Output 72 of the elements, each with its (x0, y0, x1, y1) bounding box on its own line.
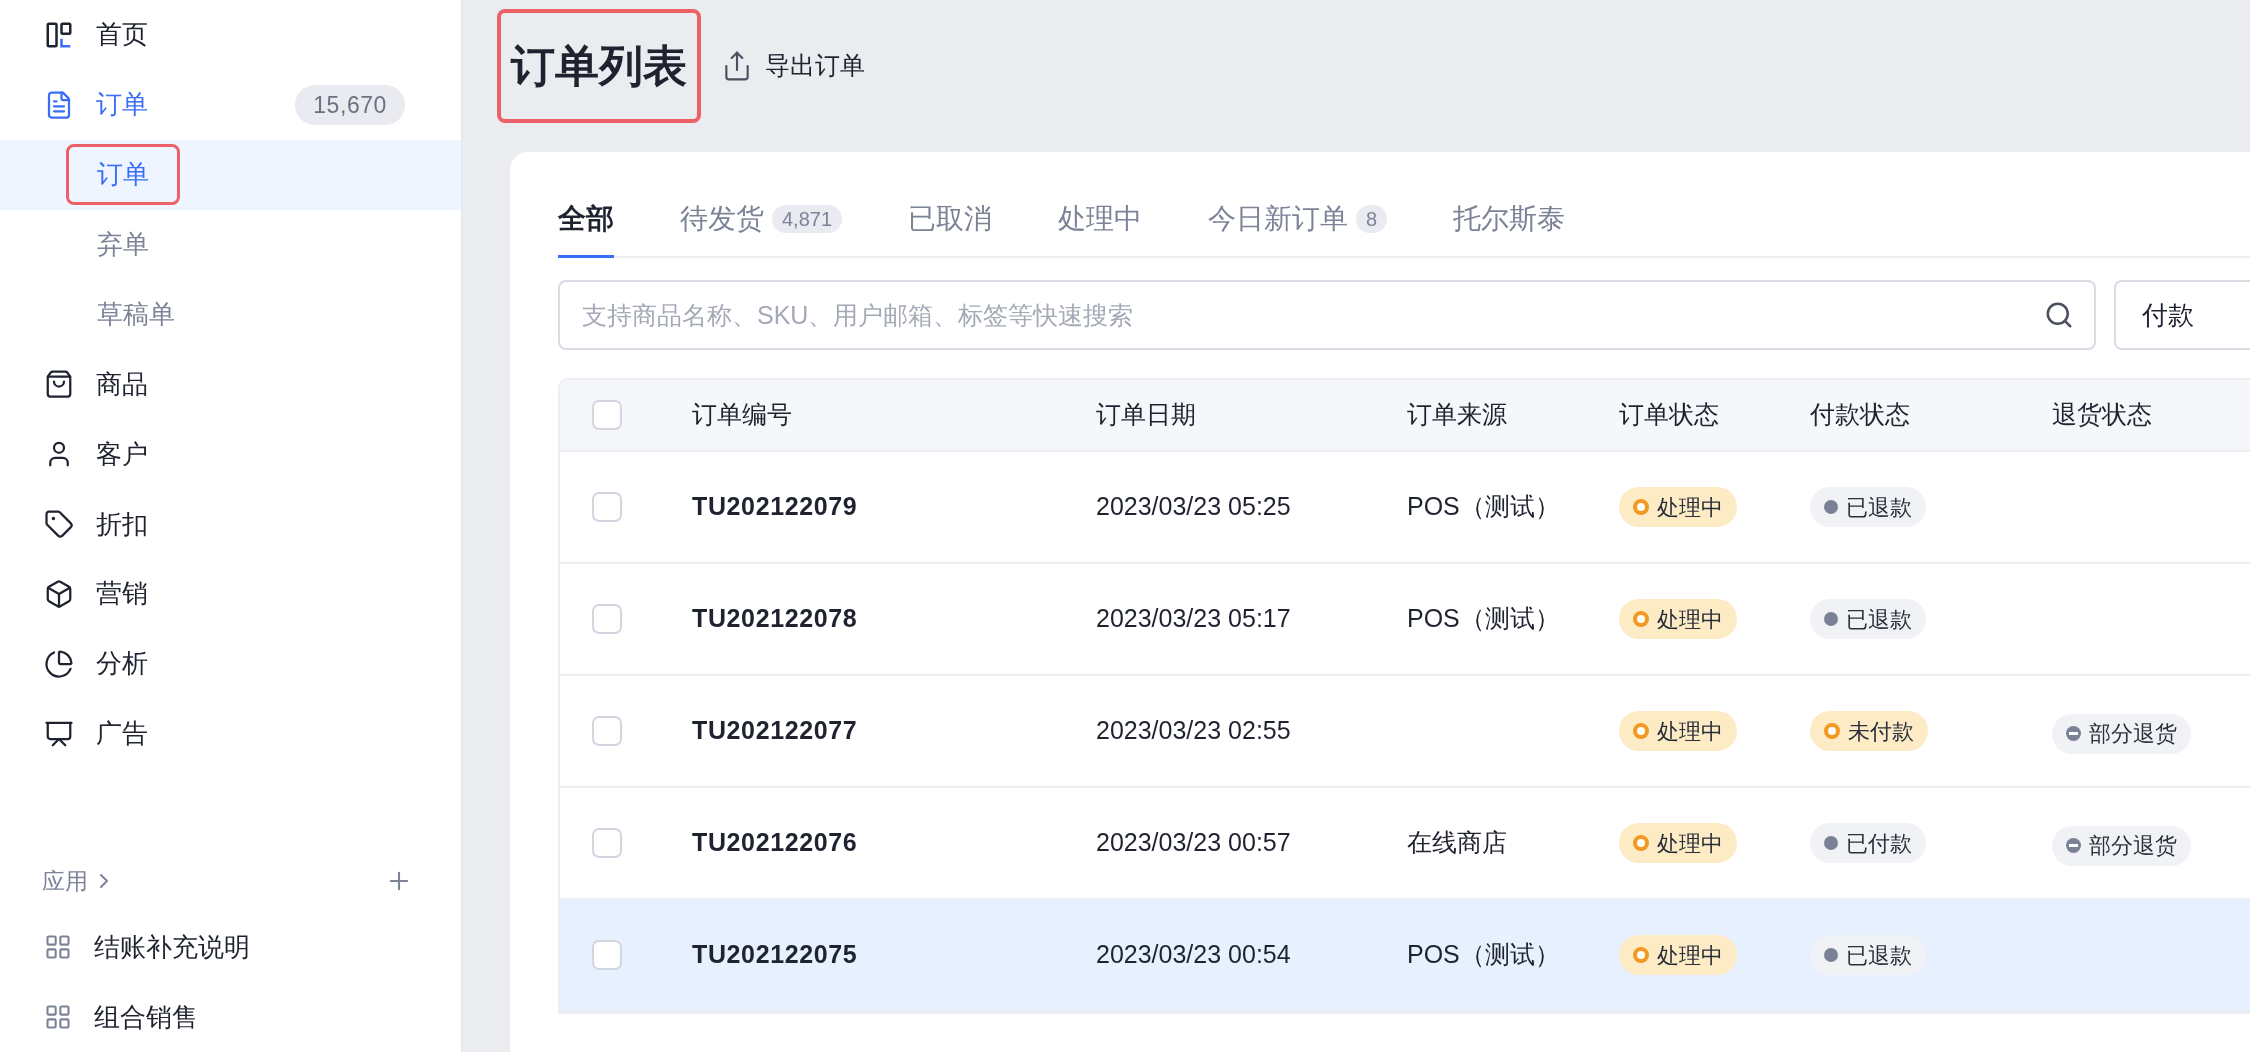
checkbox[interactable] (592, 400, 622, 430)
cube-icon (44, 578, 74, 609)
order-number[interactable]: TU202122078 (692, 604, 858, 633)
tab[interactable]: 待发货 4,871 (680, 186, 843, 258)
sidebar-subitem[interactable]: 订单 (66, 144, 180, 206)
column-header: 订单来源 (1407, 400, 1507, 429)
column-header: 订单编号 (692, 400, 792, 429)
status-badge: 处理中 (1619, 711, 1737, 751)
status-badge: 已退款 (1810, 935, 1926, 975)
table-row[interactable]: TU202122075 2023/03/23 00:54 POS（测试） 处理中 已退款 (560, 900, 2250, 1012)
sidebar-item[interactable]: 订单 15,670 (0, 69, 461, 140)
tab[interactable]: 已取消 (908, 186, 993, 258)
order-date: 2023/03/23 05:17 (1096, 604, 1291, 633)
pie-chart-icon (44, 648, 74, 679)
status-badge: 部分退货 (2052, 825, 2191, 866)
column-header: 付款状态 (1810, 400, 1910, 429)
count-badge: 8 (1356, 204, 1388, 233)
checkbox[interactable] (592, 940, 622, 970)
tab[interactable]: 托尔斯泰 (1453, 186, 1566, 258)
count-badge: 4,871 (772, 204, 843, 233)
page-title: 订单列表 (497, 9, 701, 123)
tag-icon (44, 509, 74, 540)
sidebar-item[interactable]: 营销 (0, 559, 461, 629)
tab[interactable]: 全部 (558, 186, 614, 258)
status-badge: 部分退货 (2052, 713, 2191, 754)
order-number[interactable]: TU202122077 (692, 716, 858, 745)
tab[interactable]: 处理中 (1058, 186, 1143, 258)
checkbox[interactable] (592, 716, 622, 746)
search-field[interactable]: 支持商品名称、SKU、用户邮箱、标签等快速搜索 (558, 280, 2096, 350)
grid-icon (44, 933, 72, 962)
status-badge: 处理中 (1619, 935, 1737, 975)
checkbox[interactable] (592, 604, 622, 634)
order-date: 2023/03/23 05:25 (1096, 492, 1291, 521)
apps-section-link[interactable]: 应用 (42, 863, 116, 899)
status-badge: 已付款 (1810, 823, 1926, 863)
status-badge: 已退款 (1810, 487, 1926, 527)
export-button[interactable]: 导出订单 (721, 47, 865, 85)
count-badge: 15,670 (295, 84, 405, 125)
sidebar-subitem[interactable]: 弃单 (66, 214, 180, 276)
sidebar-item[interactable]: 分析 (0, 628, 461, 699)
sidebar-item[interactable]: 广告 (0, 698, 461, 769)
column-header: 退货状态 (2052, 400, 2152, 429)
sidebar-item[interactable]: 组合销售 (0, 982, 461, 1052)
order-date: 2023/03/23 02:55 (1096, 716, 1291, 745)
order-source: POS（测试） (1407, 604, 1560, 633)
grid-icon (44, 1003, 72, 1032)
sidebar-item[interactable]: 折扣 (0, 489, 461, 559)
sidebar-item[interactable]: 商品 (0, 349, 461, 420)
checkbox[interactable] (592, 492, 622, 522)
sidebar-item[interactable]: 首页 (0, 0, 461, 70)
column-header: 订单状态 (1619, 400, 1719, 429)
order-date: 2023/03/23 00:57 (1096, 828, 1291, 857)
sidebar-item[interactable]: 客户 (0, 419, 461, 490)
order-source: 在线商店 (1407, 828, 1507, 857)
order-source: POS（测试） (1407, 940, 1560, 969)
order-source: POS（测试） (1407, 492, 1560, 521)
shopping-bag-icon (44, 369, 74, 400)
status-badge: 处理中 (1619, 823, 1737, 863)
status-badge: 处理中 (1619, 487, 1737, 527)
filter-button[interactable]: 付款 (2113, 280, 2250, 350)
sidebar-subitem[interactable]: 草稿单 (66, 283, 206, 345)
column-header: 订单日期 (1096, 400, 1196, 429)
status-badge: 处理中 (1619, 599, 1737, 639)
order-number[interactable]: TU202122075 (692, 940, 858, 969)
status-badge: 未付款 (1810, 711, 1928, 751)
tab[interactable]: 今日新订单 8 (1208, 186, 1388, 258)
status-badge: 已退款 (1810, 599, 1926, 639)
sidebar-item[interactable]: 结账补充说明 (0, 912, 461, 983)
order-number[interactable]: TU202122079 (692, 492, 858, 521)
checkbox[interactable] (592, 828, 622, 858)
order-number[interactable]: TU202122076 (692, 828, 858, 857)
order-date: 2023/03/23 00:54 (1096, 940, 1291, 969)
